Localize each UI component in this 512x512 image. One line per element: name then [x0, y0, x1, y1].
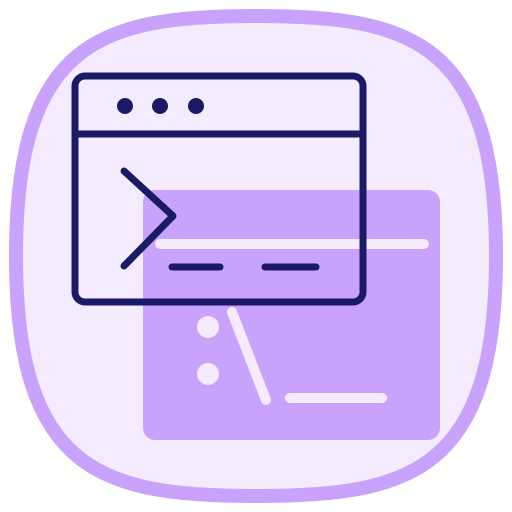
- window-dot-2: [152, 98, 168, 114]
- app-icon: [0, 0, 512, 512]
- back-window-dot-upper: [197, 316, 219, 338]
- window-controls: [117, 98, 204, 114]
- back-window: [143, 190, 440, 440]
- window-dot-1: [117, 98, 133, 114]
- window-dot-3: [188, 98, 204, 114]
- back-window-dot-lower: [197, 363, 219, 385]
- terminal-window-icon: [8, 8, 504, 504]
